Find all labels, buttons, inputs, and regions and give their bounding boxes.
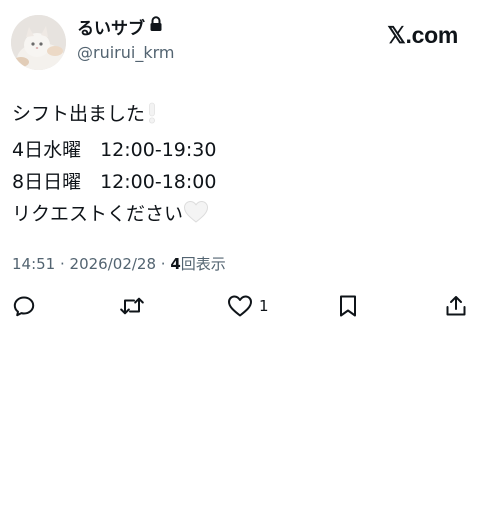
repost-icon xyxy=(120,297,144,315)
views-label: 回表示 xyxy=(180,255,226,273)
repost-button[interactable] xyxy=(119,292,145,320)
like-count: 1 xyxy=(259,297,269,315)
like-button[interactable]: 1 xyxy=(227,292,269,320)
post-line-1: シフト出ました xyxy=(12,103,146,125)
post-line-3: 8日日曜 12:00-18:00 xyxy=(12,171,217,193)
post-date[interactable]: 2026/02/28 xyxy=(70,255,156,273)
reply-button[interactable] xyxy=(12,292,36,320)
post-meta: 14:51 · 2026/02/28 · 4回表示 xyxy=(12,254,226,274)
views-count: 4 xyxy=(170,255,181,273)
post-line-2: 4日水曜 12:00-19:30 xyxy=(12,139,217,161)
post-time[interactable]: 14:51 xyxy=(12,255,55,273)
white-heart-emoji-icon xyxy=(183,200,209,234)
share-button[interactable] xyxy=(444,292,468,320)
avatar-cat-image xyxy=(11,15,66,70)
display-name[interactable]: るいサブ xyxy=(77,16,163,40)
post-line-4: リクエストください xyxy=(12,203,184,225)
post-text: シフト出ました 4日水曜 12:00-19:30 8日日曜 12:00-18:0… xyxy=(12,98,468,234)
display-name-text: るいサブ xyxy=(77,19,145,39)
meta-separator: · xyxy=(55,255,70,273)
meta-separator: · xyxy=(156,255,171,273)
heart-icon xyxy=(228,295,252,317)
lock-icon xyxy=(149,16,163,38)
x-com-logo: 𝕏.com xyxy=(387,22,458,48)
bookmark-icon xyxy=(340,295,356,317)
bookmark-button[interactable] xyxy=(337,292,359,320)
action-bar: 1 xyxy=(0,292,480,320)
reply-icon xyxy=(13,296,35,317)
post-line: シフト出ました xyxy=(12,98,468,134)
avatar[interactable] xyxy=(11,15,66,70)
white-exclamation-emoji-icon xyxy=(145,102,159,134)
share-icon xyxy=(446,296,466,316)
user-handle[interactable]: @ruirui_krm xyxy=(77,43,174,63)
post-line: リクエストください xyxy=(12,198,468,234)
